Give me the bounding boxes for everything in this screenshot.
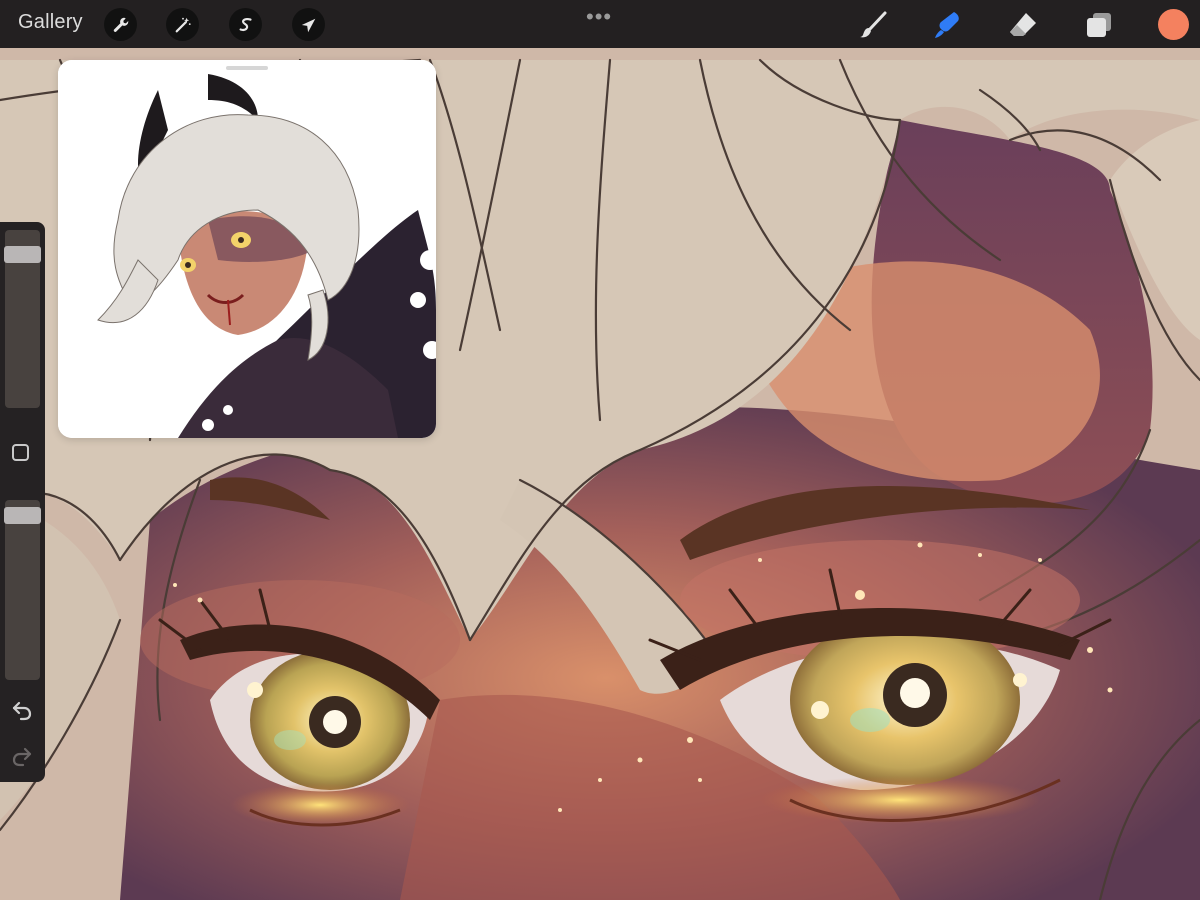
smudge-tool-button[interactable] <box>930 8 964 42</box>
undo-icon[interactable] <box>10 698 34 722</box>
selection-icon <box>239 17 252 31</box>
selection-button[interactable] <box>229 8 262 41</box>
color-picker-button[interactable] <box>1158 9 1189 40</box>
brush-size-slider[interactable] <box>4 230 41 408</box>
redo-icon[interactable] <box>10 744 34 768</box>
left-sidebar <box>0 222 45 782</box>
paint-tool-button[interactable] <box>856 8 890 42</box>
actions-button[interactable] <box>104 8 137 41</box>
adjustments-button[interactable] <box>166 8 199 41</box>
eraser-icon <box>1010 13 1036 36</box>
reference-drag-handle[interactable] <box>226 66 268 70</box>
more-options-button[interactable]: ••• <box>586 4 612 30</box>
smudge-icon <box>935 12 959 38</box>
opacity-thumb[interactable] <box>4 507 41 524</box>
modify-button[interactable] <box>12 444 29 461</box>
opacity-slider[interactable] <box>4 500 41 680</box>
transform-arrow-icon <box>301 18 315 32</box>
magic-wand-icon <box>175 17 191 32</box>
layers-button[interactable] <box>1082 8 1116 42</box>
brush-icon <box>860 11 887 38</box>
brush-size-thumb[interactable] <box>4 246 41 263</box>
transform-button[interactable] <box>292 8 325 41</box>
layers-icon <box>1087 13 1111 37</box>
wrench-icon <box>113 17 128 32</box>
gallery-button[interactable]: Gallery <box>18 11 83 34</box>
eraser-tool-button[interactable] <box>1006 8 1040 42</box>
reference-window[interactable] <box>58 60 436 438</box>
reference-thumbnail <box>58 60 436 438</box>
top-toolbar: Gallery ••• <box>0 0 1200 48</box>
